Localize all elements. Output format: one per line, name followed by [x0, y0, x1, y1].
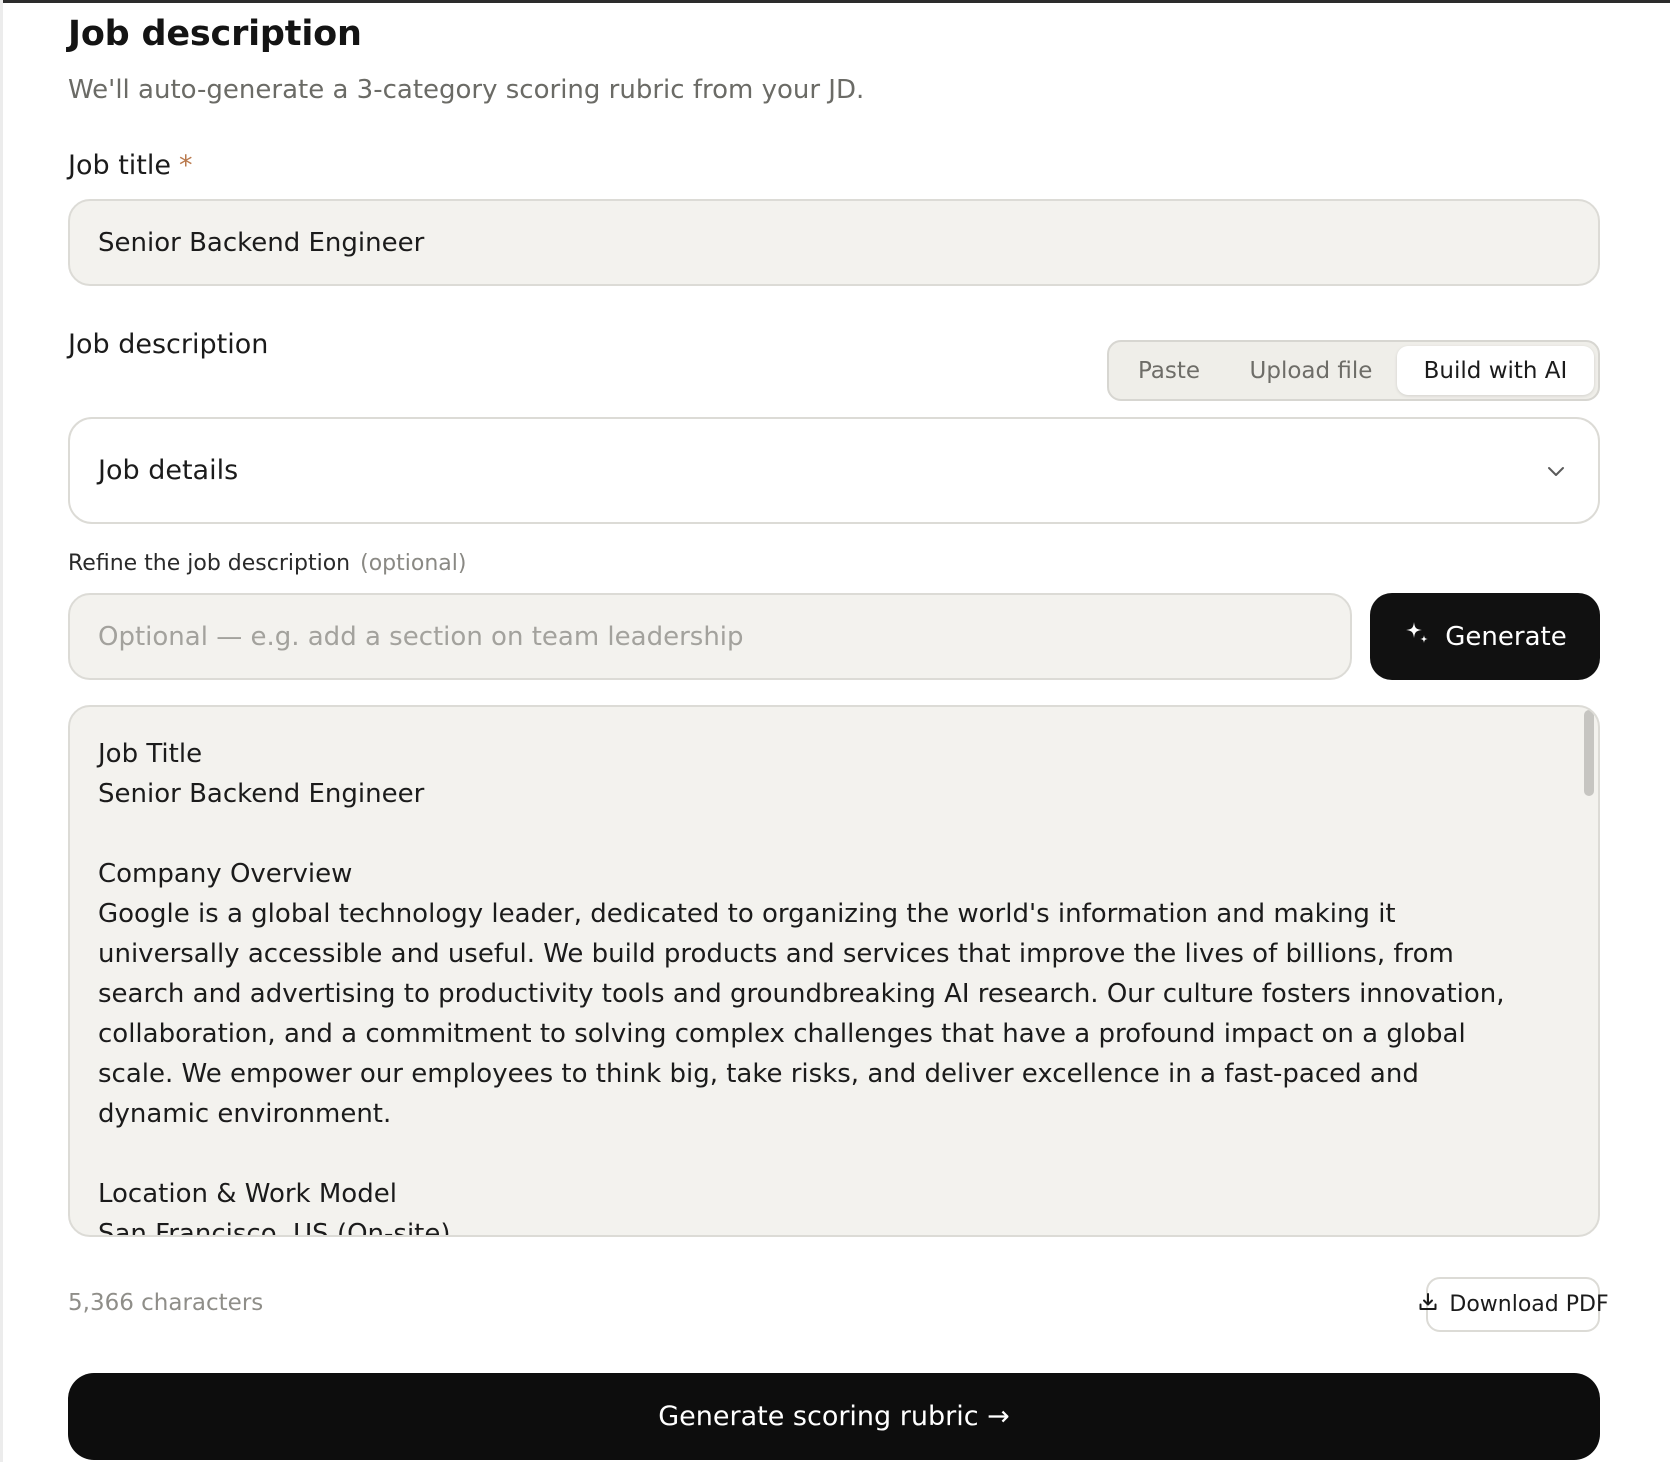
download-pdf-label: Download PDF — [1449, 1292, 1609, 1317]
generate-scoring-rubric-button[interactable]: Generate scoring rubric → — [68, 1373, 1600, 1460]
job-description-label: Job description — [68, 329, 269, 360]
job-title-label-text: Job title — [68, 150, 171, 181]
jd-mode-toggle: Paste Upload file Build with AI — [1107, 340, 1600, 401]
jd-block-heading: Company Overview — [98, 859, 353, 889]
tab-upload-file[interactable]: Upload file — [1225, 346, 1397, 395]
jd-block-body: Google is a global technology leader, de… — [98, 899, 1505, 1129]
download-pdf-button[interactable]: Download PDF — [1419, 1277, 1609, 1332]
jd-content: Job Title Senior Backend Engineer Compan… — [98, 734, 1538, 1237]
jd-block-heading: Job Title — [98, 739, 203, 769]
refine-label-text: Refine the job description — [68, 551, 351, 576]
job-title-value: Senior Backend Engineer — [98, 227, 425, 258]
jd-scrollbar[interactable] — [1582, 707, 1596, 1235]
tab-build-with-ai[interactable]: Build with AI — [1397, 346, 1594, 395]
download-icon — [1417, 1291, 1439, 1319]
jd-block-body: San Francisco, US (On-site) — [98, 1219, 451, 1237]
generate-button-label: Generate — [1445, 621, 1567, 652]
job-details-title: Job details — [98, 455, 239, 486]
character-count: 5,366 characters — [68, 1290, 264, 1316]
left-border — [0, 0, 3, 1462]
chevron-down-icon — [1542, 457, 1570, 485]
section-title: Job description — [68, 14, 362, 54]
sparkle-icon — [1403, 619, 1431, 654]
section-subtitle: We'll auto-generate a 3-category scoring… — [68, 75, 865, 105]
jd-scrollbar-thumb[interactable] — [1584, 710, 1594, 796]
refine-input[interactable] — [98, 621, 1322, 652]
job-title-label: Job title * — [68, 150, 193, 181]
job-details-accordion[interactable]: Job details — [68, 417, 1600, 524]
generate-scoring-rubric-label: Generate scoring rubric → — [658, 1401, 1010, 1432]
jd-text-area[interactable]: Job Title Senior Backend Engineer Compan… — [68, 705, 1600, 1237]
generate-button[interactable]: Generate — [1370, 593, 1600, 680]
job-title-input[interactable]: Senior Backend Engineer — [68, 199, 1600, 286]
jd-block-heading: Location & Work Model — [98, 1179, 397, 1209]
refine-field — [68, 593, 1352, 680]
refine-optional-hint: (optional) — [360, 551, 467, 576]
jd-block-body: Senior Backend Engineer — [98, 779, 425, 809]
tab-paste[interactable]: Paste — [1113, 346, 1225, 395]
refine-label: Refine the job description (optional) — [68, 551, 466, 576]
required-asterisk: * — [179, 150, 193, 181]
top-border — [0, 0, 1670, 3]
